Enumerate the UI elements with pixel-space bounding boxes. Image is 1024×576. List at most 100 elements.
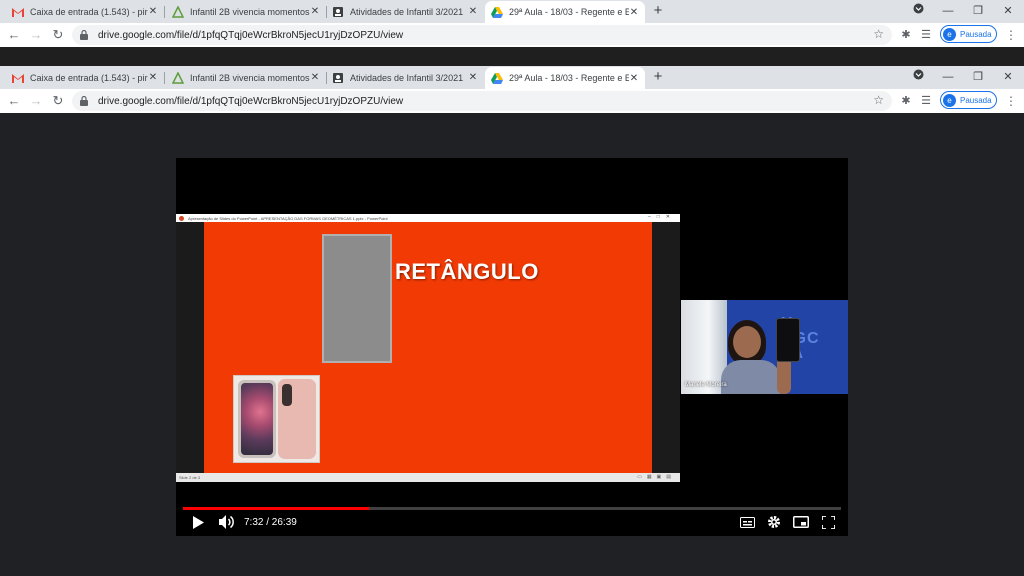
powerpoint-window: Apresentação de Slides do PowerPoint - A… <box>176 214 680 482</box>
toolbar: ← → ↻ drive.google.com/file/d/1pfqQTqj0e… <box>0 89 1024 113</box>
tab-drive-active[interactable]: 29ª Aula - 18/03 - Regente e Edu ✕ <box>485 1 645 23</box>
tab-gmail[interactable]: Caixa de entrada (1.543) - piresm ✕ <box>6 1 165 22</box>
settings-gear-icon[interactable] <box>766 514 782 530</box>
close-tab-icon[interactable]: ✕ <box>148 6 158 17</box>
fullscreen-icon[interactable] <box>820 514 836 530</box>
person-body <box>721 360 781 394</box>
tab-title: Infantil 2B vivencia momentos fe <box>190 6 310 17</box>
avatar: e <box>943 93 956 107</box>
tab-drive-active[interactable]: 29ª Aula - 18/03 - Regente e Edu ✕ <box>485 67 645 89</box>
extensions-icon[interactable]: ✱ <box>898 27 914 43</box>
tab-sites[interactable]: Infantil 2B vivencia momentos fe ✕ <box>166 67 327 88</box>
bookmark-star-icon[interactable]: ☆ <box>873 27 884 41</box>
powerpoint-icon <box>179 215 184 221</box>
miniplayer-icon[interactable] <box>792 514 810 530</box>
reload-icon[interactable]: ↻ <box>50 93 66 109</box>
sites-icon <box>172 71 184 84</box>
browser-chrome: Caixa de entrada (1.543) - piresm ✕ Infa… <box>0 66 1024 113</box>
tab-sites[interactable]: Infantil 2B vivencia momentos fe ✕ <box>166 1 327 22</box>
held-phone <box>776 318 800 362</box>
drive-icon <box>491 6 503 18</box>
new-tab-icon[interactable]: + <box>651 69 665 85</box>
forward-icon[interactable]: → <box>28 93 44 109</box>
forward-icon[interactable]: → <box>28 27 44 43</box>
tab-title: Infantil 2B vivencia momentos fe <box>190 72 310 83</box>
close-tab-icon[interactable]: ✕ <box>310 72 320 83</box>
bookmark-star-icon[interactable]: ☆ <box>873 93 884 107</box>
close-window-icon[interactable]: ✕ <box>998 68 1018 86</box>
tab-title: 29ª Aula - 18/03 - Regente e Edu <box>509 73 629 83</box>
address-bar[interactable]: drive.google.com/file/d/1pfqQTqj0eWcrBkr… <box>72 25 892 45</box>
back-icon[interactable]: ← <box>6 93 22 109</box>
view-buttons-icon: ▭▦▣▤ <box>637 474 676 480</box>
tab-gmail[interactable]: Caixa de entrada (1.543) - piresm ✕ <box>6 67 165 88</box>
sites-icon <box>172 5 184 18</box>
tab-search-icon[interactable] <box>908 2 928 20</box>
slide: RETÂNGULO <box>204 222 652 473</box>
window-gap <box>0 47 1024 66</box>
lock-icon <box>80 30 90 40</box>
extensions-icon[interactable]: ✱ <box>898 93 914 109</box>
powerpoint-titlebar: Apresentação de Slides do PowerPoint - A… <box>176 214 680 222</box>
phone-front <box>238 380 276 458</box>
minimize-icon[interactable]: — <box>938 2 958 20</box>
tab-search-icon[interactable] <box>908 68 928 86</box>
restore-icon[interactable]: ❐ <box>968 2 988 20</box>
subtitles-icon[interactable] <box>739 514 755 530</box>
volume-icon[interactable] <box>218 514 236 530</box>
close-tab-icon[interactable]: ✕ <box>468 6 478 17</box>
phone-back <box>278 379 316 459</box>
profile-label: Pausada <box>960 29 992 39</box>
classroom-icon <box>332 72 344 84</box>
tab-classroom[interactable]: Atividades de Infantil 3/2021 ✕ <box>326 67 484 88</box>
tab-title: 29ª Aula - 18/03 - Regente e Edu <box>509 7 629 17</box>
tab-title: Caixa de entrada (1.543) - piresm <box>30 72 148 83</box>
menu-icon[interactable]: ⋮ <box>1005 93 1017 109</box>
menu-icon[interactable]: ⋮ <box>1005 27 1017 43</box>
slide-counter: Slide 2 de 3 <box>179 475 201 480</box>
webcam-feed: HDGCPA Mariele Moreira <box>681 300 848 394</box>
classroom-icon <box>332 6 344 18</box>
rectangle-shape <box>322 234 392 363</box>
profile-button[interactable]: e Pausada <box>940 91 997 109</box>
progress-bar[interactable] <box>183 507 841 510</box>
restore-icon[interactable]: ❐ <box>968 68 988 86</box>
gmail-icon <box>12 6 24 18</box>
powerpoint-title: Apresentação de Slides do PowerPoint - A… <box>188 215 388 221</box>
close-window-icon[interactable]: ✕ <box>998 2 1018 20</box>
tab-strip: Caixa de entrada (1.543) - piresm ✕ Infa… <box>0 66 1024 89</box>
back-icon[interactable]: ← <box>6 27 22 43</box>
progress-played <box>183 507 370 510</box>
gmail-icon <box>12 72 24 84</box>
profile-button[interactable]: e Pausada <box>940 25 997 43</box>
slide-heading: RETÂNGULO <box>395 259 539 284</box>
close-tab-icon[interactable]: ✕ <box>468 72 478 83</box>
url-text: drive.google.com/file/d/1pfqQTqj0eWcrBkr… <box>98 95 404 107</box>
avatar: e <box>943 27 956 41</box>
tab-classroom[interactable]: Atividades de Infantil 3/2021 ✕ <box>326 1 484 22</box>
play-icon[interactable] <box>190 514 206 530</box>
reading-list-icon[interactable]: ☰ <box>918 27 934 43</box>
url-text: drive.google.com/file/d/1pfqQTqj0eWcrBkr… <box>98 29 404 41</box>
lock-icon <box>80 96 90 106</box>
close-tab-icon[interactable]: ✕ <box>629 7 639 18</box>
address-bar[interactable]: drive.google.com/file/d/1pfqQTqj0eWcrBkr… <box>72 91 892 111</box>
toolbar: ← → ↻ drive.google.com/file/d/1pfqQTqj0e… <box>0 23 1024 47</box>
minimize-icon[interactable]: — <box>938 68 958 86</box>
reload-icon[interactable]: ↻ <box>50 27 66 43</box>
close-tab-icon[interactable]: ✕ <box>629 73 639 84</box>
video-player[interactable]: Apresentação de Slides do PowerPoint - A… <box>176 158 848 536</box>
tab-title: Atividades de Infantil 3/2021 <box>350 6 464 17</box>
participant-name: Mariele Moreira <box>685 382 727 388</box>
player-controls: 7:32 / 26:39 <box>176 498 848 536</box>
time-display: 7:32 / 26:39 <box>244 517 297 528</box>
drive-icon <box>491 72 503 84</box>
close-tab-icon[interactable]: ✕ <box>310 6 320 17</box>
tab-title: Atividades de Infantil 3/2021 <box>350 72 464 83</box>
smartphone-image <box>233 375 320 463</box>
person-face <box>733 326 761 358</box>
reading-list-icon[interactable]: ☰ <box>918 93 934 109</box>
window-controls-icon: –□✕ <box>648 214 676 220</box>
close-tab-icon[interactable]: ✕ <box>148 72 158 83</box>
new-tab-icon[interactable]: + <box>651 3 665 19</box>
